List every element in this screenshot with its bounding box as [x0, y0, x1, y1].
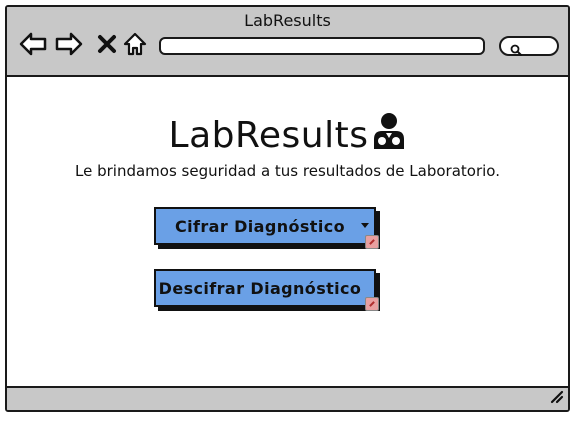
decrypt-button-label: Descifrar Diagnóstico [158, 278, 362, 298]
encrypt-button-label: Cifrar Diagnóstico [174, 216, 346, 236]
window-title: LabResults [244, 11, 331, 30]
close-icon[interactable] [93, 31, 121, 57]
address-bar-input[interactable] [159, 37, 485, 55]
home-icon[interactable] [121, 31, 149, 57]
link-icon [365, 235, 379, 249]
resize-grip-icon[interactable] [548, 388, 564, 408]
chevron-down-icon [361, 223, 369, 228]
forward-arrow-icon[interactable] [55, 31, 83, 57]
tagline: Le brindamos seguridad a tus resultados … [75, 162, 500, 180]
doctor-icon [372, 111, 406, 160]
page-heading: LabResults [7, 111, 568, 160]
browser-toolbar: LabResults [7, 7, 568, 77]
decrypt-diagnosis-button[interactable]: Descifrar Diagnóstico [154, 269, 379, 311]
search-input[interactable] [499, 36, 559, 56]
link-icon [365, 297, 379, 311]
encrypt-diagnosis-button[interactable]: Cifrar Diagnóstico [154, 207, 379, 249]
browser-window: LabResults LabResults Le brindamos segur… [5, 5, 570, 412]
back-arrow-icon[interactable] [19, 31, 47, 57]
status-bar [7, 386, 568, 410]
page-title: LabResults [168, 115, 369, 156]
search-icon [510, 41, 522, 60]
